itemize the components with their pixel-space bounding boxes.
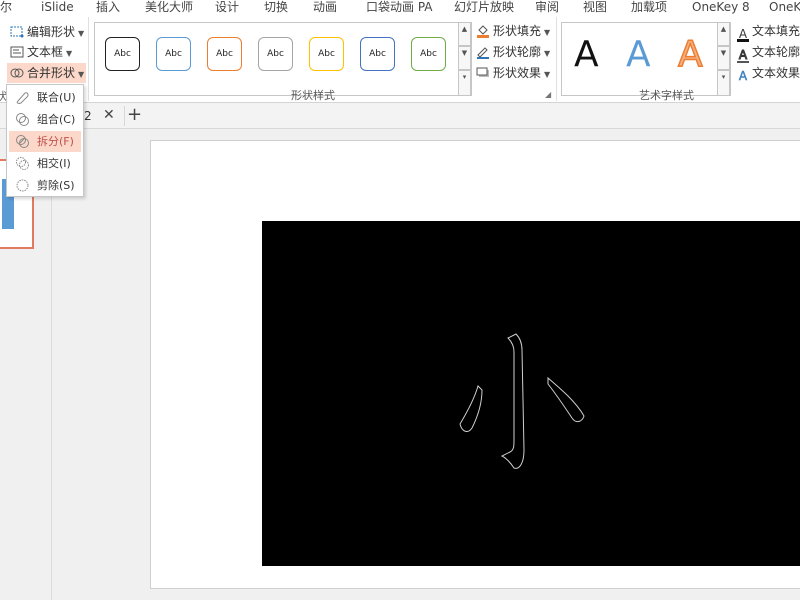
chevron-down-icon: ▼ bbox=[78, 29, 85, 38]
subtract-icon bbox=[16, 179, 29, 192]
shape-style-gallery[interactable]: Abc Abc Abc Abc Abc Abc Abc bbox=[94, 22, 472, 96]
fragment-icon bbox=[16, 135, 29, 148]
combine-icon bbox=[16, 113, 29, 126]
shape-style-swatch[interactable]: Abc bbox=[258, 37, 293, 71]
menu-tab-islide[interactable]: iSlide bbox=[41, 0, 74, 17]
edit-shape-label: 编辑形状 bbox=[27, 25, 76, 39]
menu-tab-animations[interactable]: 动画 bbox=[313, 0, 337, 17]
menu-tab-onekey-partial[interactable]: OneK bbox=[769, 0, 800, 17]
menu-tab-onekey[interactable]: OneKey 8 bbox=[692, 0, 750, 17]
merge-shapes-icon bbox=[10, 68, 24, 78]
group-separator bbox=[88, 17, 89, 101]
close-icon[interactable]: ✕ bbox=[103, 107, 115, 123]
text-fill-button[interactable]: A 文本填充 bbox=[737, 21, 800, 42]
menu-tab-view[interactable]: 视图 bbox=[583, 0, 607, 17]
menu-item-union[interactable]: 联合(U) bbox=[9, 87, 81, 108]
gallery-more[interactable]: ▾ bbox=[458, 70, 471, 96]
split-character-shape[interactable]: 小 bbox=[452, 330, 592, 480]
menu-tab-insert[interactable]: 插入 bbox=[96, 0, 120, 17]
text-box-button[interactable]: 文本框 ▼ bbox=[10, 42, 72, 62]
merge-shapes-button[interactable]: 合并形状 ▼ bbox=[7, 63, 87, 83]
paint-bucket-icon bbox=[477, 25, 489, 38]
intersect-icon bbox=[16, 157, 29, 170]
menu-item-label: 相交(I) bbox=[37, 157, 71, 170]
text-effects-icon: A bbox=[738, 69, 748, 84]
menu-item-label: 组合(C) bbox=[37, 113, 76, 126]
text-fill-label: 文本填充 bbox=[752, 24, 800, 38]
text-box-label: 文本框 bbox=[27, 45, 64, 59]
slide-thumbnail-pane bbox=[0, 129, 52, 600]
union-icon bbox=[16, 92, 29, 104]
shape-style-swatch[interactable]: Abc bbox=[207, 37, 242, 71]
wordart-scroll-down[interactable]: ▼ bbox=[717, 46, 730, 70]
shape-effects-icon bbox=[476, 67, 489, 77]
shape-styles-group-label: 形状样式 bbox=[291, 89, 335, 102]
menu-tab-partial[interactable]: 尔 bbox=[0, 0, 12, 17]
shape-style-swatch[interactable]: Abc bbox=[309, 37, 344, 71]
menu-tab-review[interactable]: 审阅 bbox=[535, 0, 559, 17]
chevron-down-icon: ▼ bbox=[544, 28, 551, 37]
add-tab-button[interactable]: + bbox=[124, 106, 144, 126]
menu-tab-addins[interactable]: 加载项 bbox=[631, 0, 667, 17]
document-tabs: 2 ✕ + bbox=[0, 103, 800, 129]
menu-item-fragment[interactable]: 拆分(F) bbox=[9, 131, 81, 152]
shape-effects-label: 形状效果 bbox=[493, 66, 542, 80]
menu-tab-slideshow[interactable]: 幻灯片放映 bbox=[454, 0, 514, 17]
menu-tab-beautify[interactable]: 美化大师 bbox=[145, 0, 193, 17]
ribbon: 编辑形状▼ 文本框▼ 合并形状▼ 状 至 Abc Abc Abc Abc Abc… bbox=[0, 17, 800, 122]
wordart-scroll-up[interactable]: ▲ bbox=[717, 22, 730, 46]
menu-bar: 尔 iSlide 插入 美化大师 设计 切换 动画 口袋动画 PA 幻灯片放映 … bbox=[0, 0, 800, 17]
chevron-down-icon: ▼ bbox=[544, 49, 551, 58]
shape-style-swatch[interactable]: Abc bbox=[156, 37, 191, 71]
wordart-gallery[interactable]: A A A bbox=[561, 22, 731, 96]
text-effects-label: 文本效果 bbox=[752, 66, 800, 80]
menu-item-label: 拆分(F) bbox=[37, 135, 74, 148]
shape-outline-button[interactable]: 形状轮廓 ▼ bbox=[476, 42, 550, 62]
menu-item-label: 联合(U) bbox=[37, 91, 76, 104]
shape-effects-button[interactable]: 形状效果 ▼ bbox=[476, 63, 550, 83]
wordart-styles-group-label: 艺术字样式 bbox=[639, 89, 694, 102]
text-outline-icon: A bbox=[737, 48, 749, 63]
shape-style-swatch[interactable]: Abc bbox=[411, 37, 446, 71]
shape-fill-label: 形状填充 bbox=[493, 24, 542, 38]
wordart-more[interactable]: ▾ bbox=[717, 70, 730, 96]
text-outline-button[interactable]: A 文本轮廓 bbox=[737, 42, 800, 63]
text-fill-icon: A bbox=[737, 27, 749, 42]
wordart-style-black[interactable]: A bbox=[574, 35, 599, 75]
shape-fill-button[interactable]: 形状填充 ▼ bbox=[476, 21, 550, 41]
text-effects-button[interactable]: A 文本效果 bbox=[737, 63, 800, 83]
menu-tab-design[interactable]: 设计 bbox=[215, 0, 239, 17]
edit-shape-icon bbox=[10, 26, 24, 38]
menu-tab-pocket-animation[interactable]: 口袋动画 PA bbox=[366, 0, 433, 17]
menu-item-label: 剪除(S) bbox=[37, 179, 75, 192]
merge-shapes-label: 合并形状 bbox=[27, 66, 76, 80]
wordart-style-blue[interactable]: A bbox=[626, 35, 651, 75]
menu-tab-transitions[interactable]: 切换 bbox=[264, 0, 288, 17]
group-separator bbox=[556, 17, 557, 101]
menu-item-subtract[interactable]: 剪除(S) bbox=[9, 175, 81, 196]
shape-style-swatch[interactable]: Abc bbox=[105, 37, 140, 71]
shape-outline-label: 形状轮廓 bbox=[493, 45, 542, 59]
text-outline-label: 文本轮廓 bbox=[752, 45, 800, 59]
shape-style-swatch[interactable]: Abc bbox=[360, 37, 395, 71]
menu-item-combine[interactable]: 组合(C) bbox=[9, 109, 81, 130]
menu-item-intersect[interactable]: 相交(I) bbox=[9, 153, 81, 174]
gallery-scroll-down[interactable]: ▼ bbox=[458, 46, 471, 70]
pen-icon bbox=[477, 47, 489, 59]
chevron-down-icon: ▼ bbox=[78, 70, 85, 79]
document-tab[interactable]: 2 bbox=[84, 103, 92, 129]
gallery-scroll-up[interactable]: ▲ bbox=[458, 22, 471, 46]
merge-shapes-menu: 联合(U) 组合(C) 拆分(F) 相交(I) 剪除(S) bbox=[6, 84, 84, 197]
wordart-style-orange[interactable]: A bbox=[677, 34, 703, 76]
dialog-launcher-icon[interactable]: ◢ bbox=[545, 90, 551, 99]
chevron-down-icon: ▼ bbox=[66, 49, 73, 58]
edit-shape-button[interactable]: 编辑形状 ▼ bbox=[10, 22, 84, 42]
chevron-down-icon: ▼ bbox=[544, 70, 551, 79]
text-box-icon bbox=[10, 46, 24, 58]
